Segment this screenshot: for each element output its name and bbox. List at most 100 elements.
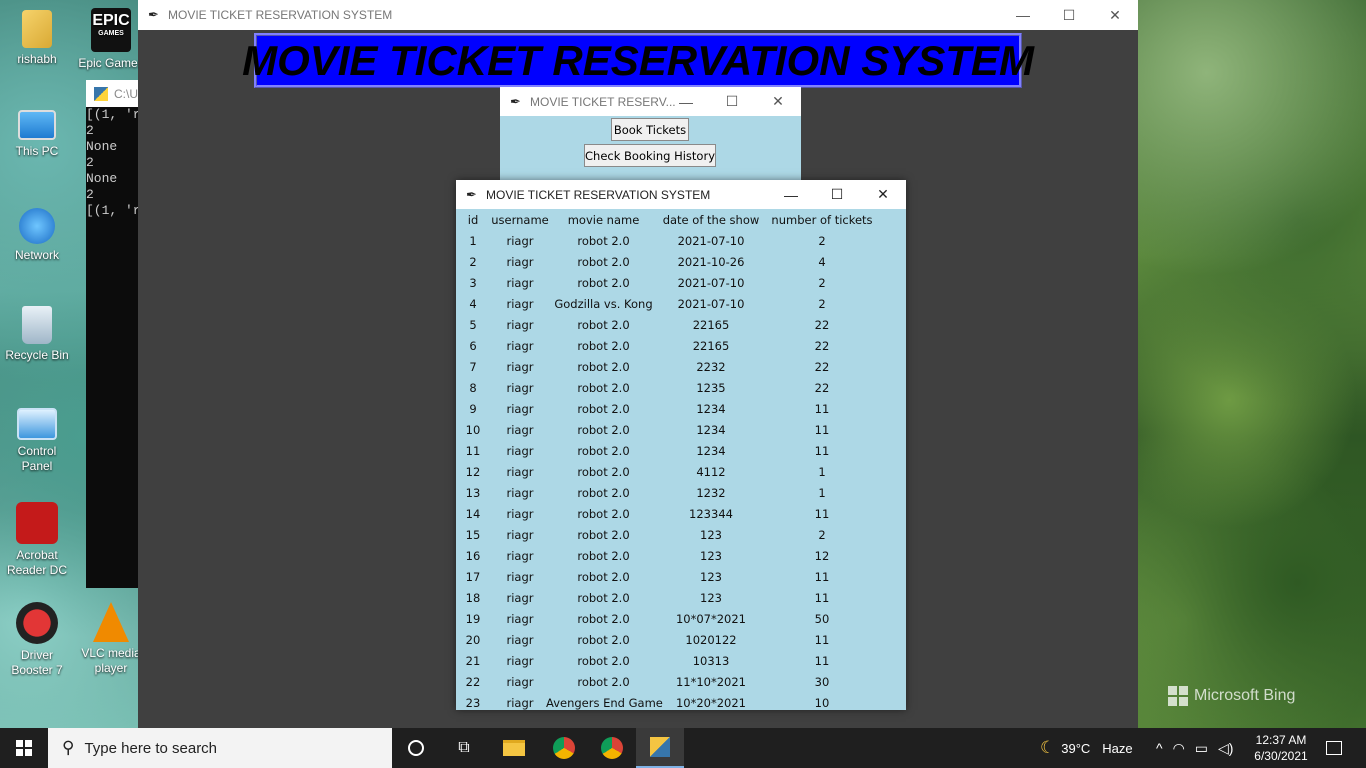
menu-titlebar[interactable]: ✒ MOVIE TICKET RESERV... — ☐ ✕: [500, 87, 801, 116]
chrome-icon: [553, 737, 575, 759]
cell-id: 6: [469, 339, 477, 353]
cell-id: 16: [465, 549, 481, 563]
taskbar-chrome-profile[interactable]: [540, 728, 588, 768]
table-row: 7 riagr robot 2.0 2232 22: [456, 357, 906, 378]
cell-username: riagr: [506, 528, 534, 542]
minimize-button[interactable]: —: [663, 87, 709, 116]
cell-movie-name: robot 2.0: [577, 612, 630, 626]
desktop-icon-network[interactable]: Network: [2, 208, 72, 263]
menu-window[interactable]: ✒ MOVIE TICKET RESERV... — ☐ ✕ Book Tick…: [500, 87, 801, 181]
close-button[interactable]: ✕: [860, 180, 906, 209]
cell-tickets: 50: [814, 612, 830, 626]
desktop-icon-driver-booster[interactable]: Driver Booster 7: [2, 602, 72, 678]
column-header-date: date of the show: [662, 213, 760, 227]
cell-movie-name: robot 2.0: [577, 507, 630, 521]
booking-history-window[interactable]: ✒ MOVIE TICKET RESERVATION SYSTEM — ☐ ✕ …: [456, 180, 906, 710]
desktop-icon-label: VLC media player: [81, 646, 141, 675]
cell-username: riagr: [506, 318, 534, 332]
chevron-up-icon[interactable]: ^: [1156, 740, 1163, 756]
desktop-icon-recycle-bin[interactable]: Recycle Bin: [2, 306, 72, 363]
battery-icon[interactable]: ▭: [1195, 740, 1208, 757]
start-button[interactable]: [0, 728, 48, 768]
table-row: 10 riagr robot 2.0 1234 11: [456, 420, 906, 441]
cell-date: 123: [700, 591, 722, 605]
task-view-button[interactable]: ⧉: [440, 728, 488, 768]
feather-icon: ✒: [148, 7, 159, 22]
vlc-cone-icon: [93, 602, 129, 642]
cell-date: 11*10*2021: [675, 675, 747, 689]
maximize-button[interactable]: ☐: [814, 180, 860, 209]
cell-id: 18: [465, 591, 481, 605]
cell-id: 9: [469, 402, 477, 416]
maximize-button[interactable]: ☐: [709, 87, 755, 116]
desktop-icon-control-panel[interactable]: Control Panel: [2, 408, 72, 474]
desktop-icon-acrobat[interactable]: Acrobat Reader DC: [2, 502, 72, 578]
cell-username: riagr: [506, 549, 534, 563]
cell-id: 22: [465, 675, 481, 689]
action-center-button[interactable]: [1310, 728, 1358, 768]
search-placeholder: Type here to search: [84, 739, 218, 757]
taskbar-search-box[interactable]: ⚲ Type here to search: [48, 728, 392, 768]
maximize-button[interactable]: ☐: [1046, 0, 1092, 30]
main-titlebar[interactable]: ✒ MOVIE TICKET RESERVATION SYSTEM — ☐ ✕: [138, 0, 1138, 30]
cell-movie-name: robot 2.0: [577, 591, 630, 605]
cell-tickets: 11: [814, 402, 830, 416]
table-row: 8 riagr robot 2.0 1235 22: [456, 378, 906, 399]
history-titlebar[interactable]: ✒ MOVIE TICKET RESERVATION SYSTEM — ☐ ✕: [456, 180, 906, 209]
cell-id: 12: [465, 465, 481, 479]
cell-date: 123: [700, 528, 722, 542]
bing-logo-icon: [1168, 686, 1188, 706]
taskbar-clock[interactable]: 12:37 AM 6/30/2021: [1248, 732, 1314, 764]
cell-username: riagr: [506, 381, 534, 395]
weather-widget[interactable]: ☾ 39°C Haze: [1040, 728, 1133, 768]
desktop-icon-this-pc[interactable]: This PC: [2, 110, 72, 159]
cell-id: 21: [465, 654, 481, 668]
desktop-icon-vlc[interactable]: VLC media player: [76, 602, 146, 676]
minimize-button[interactable]: —: [1000, 0, 1046, 30]
table-row: 19 riagr robot 2.0 10*07*2021 50: [456, 609, 906, 630]
book-tickets-button[interactable]: Book Tickets: [611, 118, 689, 141]
console-title: C:\U: [114, 86, 138, 101]
menu-window-title: MOVIE TICKET RESERV...: [530, 94, 676, 109]
cell-date: 123: [700, 570, 722, 584]
cell-tickets: 1: [818, 486, 826, 500]
table-row: 16 riagr robot 2.0 123 12: [456, 546, 906, 567]
cell-tickets: 22: [814, 381, 830, 395]
cell-date: 123: [700, 549, 722, 563]
table-row: 5 riagr robot 2.0 22165 22: [456, 315, 906, 336]
close-button[interactable]: ✕: [1092, 0, 1138, 30]
cell-username: riagr: [506, 339, 534, 353]
close-button[interactable]: ✕: [755, 87, 801, 116]
taskbar-file-explorer[interactable]: [490, 728, 538, 768]
taskbar-chrome[interactable]: [588, 728, 636, 768]
cell-id: 14: [465, 507, 481, 521]
desktop-icon-user-folder[interactable]: rishabh: [2, 10, 72, 67]
cortana-button[interactable]: [392, 728, 440, 768]
taskbar-python[interactable]: [636, 728, 684, 768]
console-titlebar[interactable]: C:\U: [86, 80, 140, 107]
desktop-icon-epic-games[interactable]: EPIC GAMES Epic Games: [76, 8, 146, 71]
cell-movie-name: robot 2.0: [577, 570, 630, 584]
cell-date: 2021-10-26: [677, 255, 745, 269]
minimize-button[interactable]: —: [768, 180, 814, 209]
cell-date: 10*07*2021: [675, 612, 747, 626]
cell-id: 4: [469, 297, 477, 311]
cell-movie-name: robot 2.0: [577, 654, 630, 668]
check-booking-history-button[interactable]: Check Booking History: [584, 144, 716, 167]
cell-id: 10: [465, 423, 481, 437]
cell-tickets: 2: [818, 297, 826, 311]
cell-movie-name: robot 2.0: [577, 675, 630, 689]
epic-games-icon: EPIC GAMES: [91, 8, 131, 52]
cell-id: 2: [469, 255, 477, 269]
cell-movie-name: robot 2.0: [577, 381, 630, 395]
cell-id: 13: [465, 486, 481, 500]
wifi-icon[interactable]: ◠: [1173, 740, 1185, 757]
cell-id: 20: [465, 633, 481, 647]
volume-icon[interactable]: ◁): [1218, 740, 1233, 757]
cell-movie-name: robot 2.0: [577, 528, 630, 542]
task-view-icon: ⧉: [458, 739, 470, 756]
cell-username: riagr: [506, 465, 534, 479]
table-row: 9 riagr robot 2.0 1234 11: [456, 399, 906, 420]
console-window[interactable]: C:\U [(1, 'r 2 None 2 None 2 [(1, 'r: [86, 80, 140, 588]
console-line: 2: [86, 187, 94, 202]
